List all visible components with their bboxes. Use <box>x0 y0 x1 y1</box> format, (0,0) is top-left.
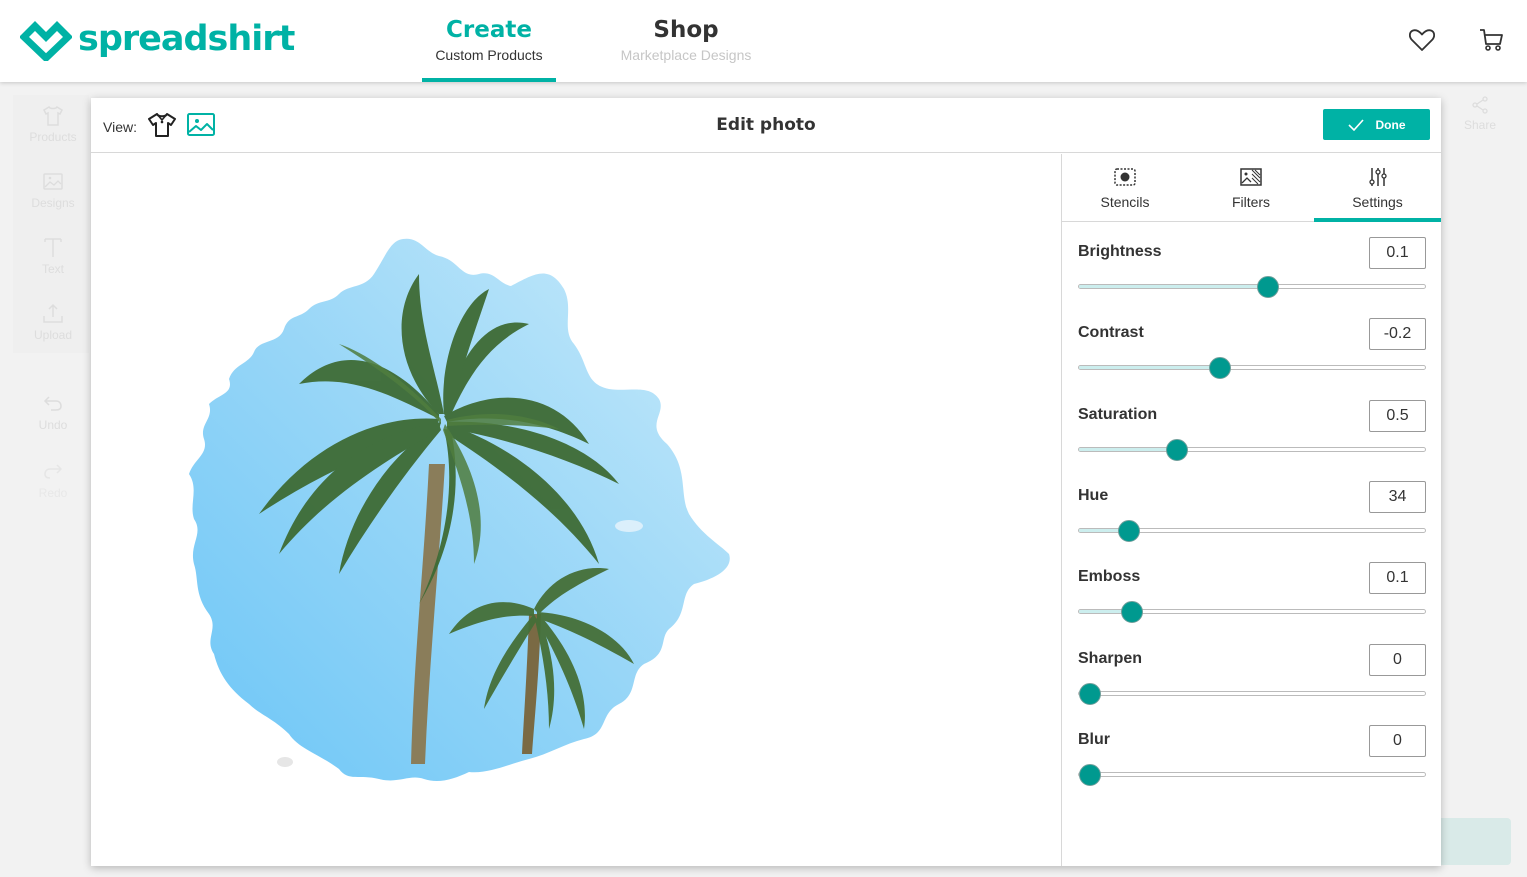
contrast-slider[interactable] <box>1078 356 1426 379</box>
sidebar-item-label: Designs <box>31 196 75 210</box>
saturation-slider[interactable] <box>1078 438 1426 461</box>
modal-header: View: Edit photo Done <box>91 98 1441 153</box>
emboss-input[interactable] <box>1369 562 1426 594</box>
sliders-icon <box>1368 168 1387 186</box>
stencil-icon <box>1114 168 1136 186</box>
saturation-input[interactable] <box>1369 400 1426 432</box>
slider-fill <box>1079 285 1269 288</box>
tshirt-icon <box>43 105 63 126</box>
sidebar-item-products[interactable]: Products <box>13 104 93 144</box>
setting-label: Emboss <box>1078 568 1141 585</box>
sidebar-item-upload[interactable]: Upload <box>13 302 93 342</box>
top-header: spreadshirt Create Custom Products Shop … <box>0 0 1527 82</box>
sidebar-item-label: Products <box>29 130 77 144</box>
done-button[interactable]: Done <box>1323 109 1430 140</box>
panel-tabs: Stencils Filters Settings <box>1062 154 1442 222</box>
setting-brightness: Brightness <box>1078 237 1426 317</box>
stencil-splash-shape <box>189 238 730 782</box>
setting-hue: Hue <box>1078 481 1426 561</box>
tab-settings[interactable]: Settings <box>1314 154 1441 222</box>
sharpen-input[interactable] <box>1369 644 1426 676</box>
logo-heart-icon <box>20 21 72 61</box>
hue-input[interactable] <box>1369 481 1426 513</box>
nav-create[interactable]: Create Custom Products <box>422 0 556 82</box>
image-icon <box>43 173 63 190</box>
done-label: Done <box>1375 117 1406 132</box>
share-button[interactable]: Share <box>1455 96 1505 132</box>
nav-shop-subtitle: Marketplace Designs <box>620 47 752 63</box>
edit-photo-modal: View: Edit photo Done Stencils Filters S… <box>91 98 1442 866</box>
tab-filters[interactable]: Filters <box>1188 154 1314 221</box>
cloud <box>615 520 643 532</box>
slider-thumb[interactable] <box>1121 600 1144 623</box>
cloud <box>277 757 293 767</box>
tab-label: Settings <box>1352 194 1403 210</box>
slider-thumb[interactable] <box>1079 682 1101 705</box>
contrast-input[interactable] <box>1369 318 1426 350</box>
sharpen-slider[interactable] <box>1078 682 1426 705</box>
redo-button[interactable]: Redo <box>13 460 93 500</box>
sidebar-item-label: Text <box>41 262 64 276</box>
emboss-slider[interactable] <box>1078 600 1426 623</box>
sidebar-item-text[interactable]: Text <box>13 236 93 276</box>
nav-create-subtitle: Custom Products <box>435 47 543 63</box>
settings-panel: Stencils Filters Settings Brightness 0.1… <box>1061 154 1442 866</box>
tab-label: Stencils <box>1100 194 1150 210</box>
blur-slider[interactable] <box>1078 763 1426 786</box>
setting-label: Blur <box>1078 731 1110 748</box>
tab-stencils[interactable]: Stencils <box>1062 154 1188 221</box>
cart-icon[interactable] <box>1478 26 1506 54</box>
setting-label: Hue <box>1078 487 1109 504</box>
slider-thumb[interactable] <box>1208 356 1231 379</box>
slider-fill <box>1079 366 1220 369</box>
nav-shop-title: Shop <box>653 17 719 43</box>
redo-icon <box>44 464 63 479</box>
share-label: Share <box>1463 118 1497 132</box>
setting-emboss: Emboss <box>1078 562 1426 642</box>
setting-label: Contrast <box>1078 324 1144 341</box>
setting-blur: Blur <box>1078 725 1426 805</box>
setting-label: Saturation <box>1078 406 1158 423</box>
undo-icon <box>43 396 62 411</box>
undo-label: Undo <box>38 418 68 432</box>
nav-create-title: Create <box>446 17 532 43</box>
slider-thumb[interactable] <box>1079 763 1101 786</box>
slider-fill <box>1079 448 1178 451</box>
slider-thumb[interactable] <box>1257 275 1280 298</box>
brand-name: spreadshirt <box>78 19 295 59</box>
redo-label: Redo <box>38 486 68 500</box>
undo-button[interactable]: Undo <box>13 392 93 432</box>
slider-thumb[interactable] <box>1117 519 1140 542</box>
setting-label: Sharpen <box>1078 650 1143 667</box>
spreadshirt-logo[interactable]: spreadshirt <box>20 17 295 61</box>
nav-shop[interactable]: Shop Marketplace Designs <box>605 0 767 82</box>
brightness-input[interactable] <box>1369 237 1426 269</box>
setting-contrast: Contrast <box>1078 318 1426 398</box>
sidebar-item-label: Upload <box>33 328 73 342</box>
setting-label: Brightness <box>1078 243 1162 260</box>
modal-title: Edit photo <box>716 115 816 135</box>
tab-label: Filters <box>1231 194 1271 210</box>
filters-icon <box>1240 168 1262 186</box>
heart-icon[interactable] <box>1408 26 1436 54</box>
photo-canvas[interactable] <box>91 154 1061 866</box>
background-action-button <box>1441 818 1511 865</box>
share-icon <box>1472 96 1488 114</box>
upload-icon <box>43 303 63 323</box>
setting-saturation: Saturation <box>1078 400 1426 480</box>
brightness-slider[interactable] <box>1078 275 1426 298</box>
setting-sharpen: Sharpen <box>1078 644 1426 724</box>
text-icon <box>44 238 62 257</box>
slider-thumb[interactable] <box>1166 438 1189 461</box>
checkmark-icon <box>1347 118 1364 131</box>
blur-input[interactable] <box>1369 725 1426 757</box>
stencil-photo[interactable] <box>189 234 741 784</box>
hue-slider[interactable] <box>1078 519 1426 542</box>
sidebar-item-designs[interactable]: Designs <box>13 170 93 210</box>
